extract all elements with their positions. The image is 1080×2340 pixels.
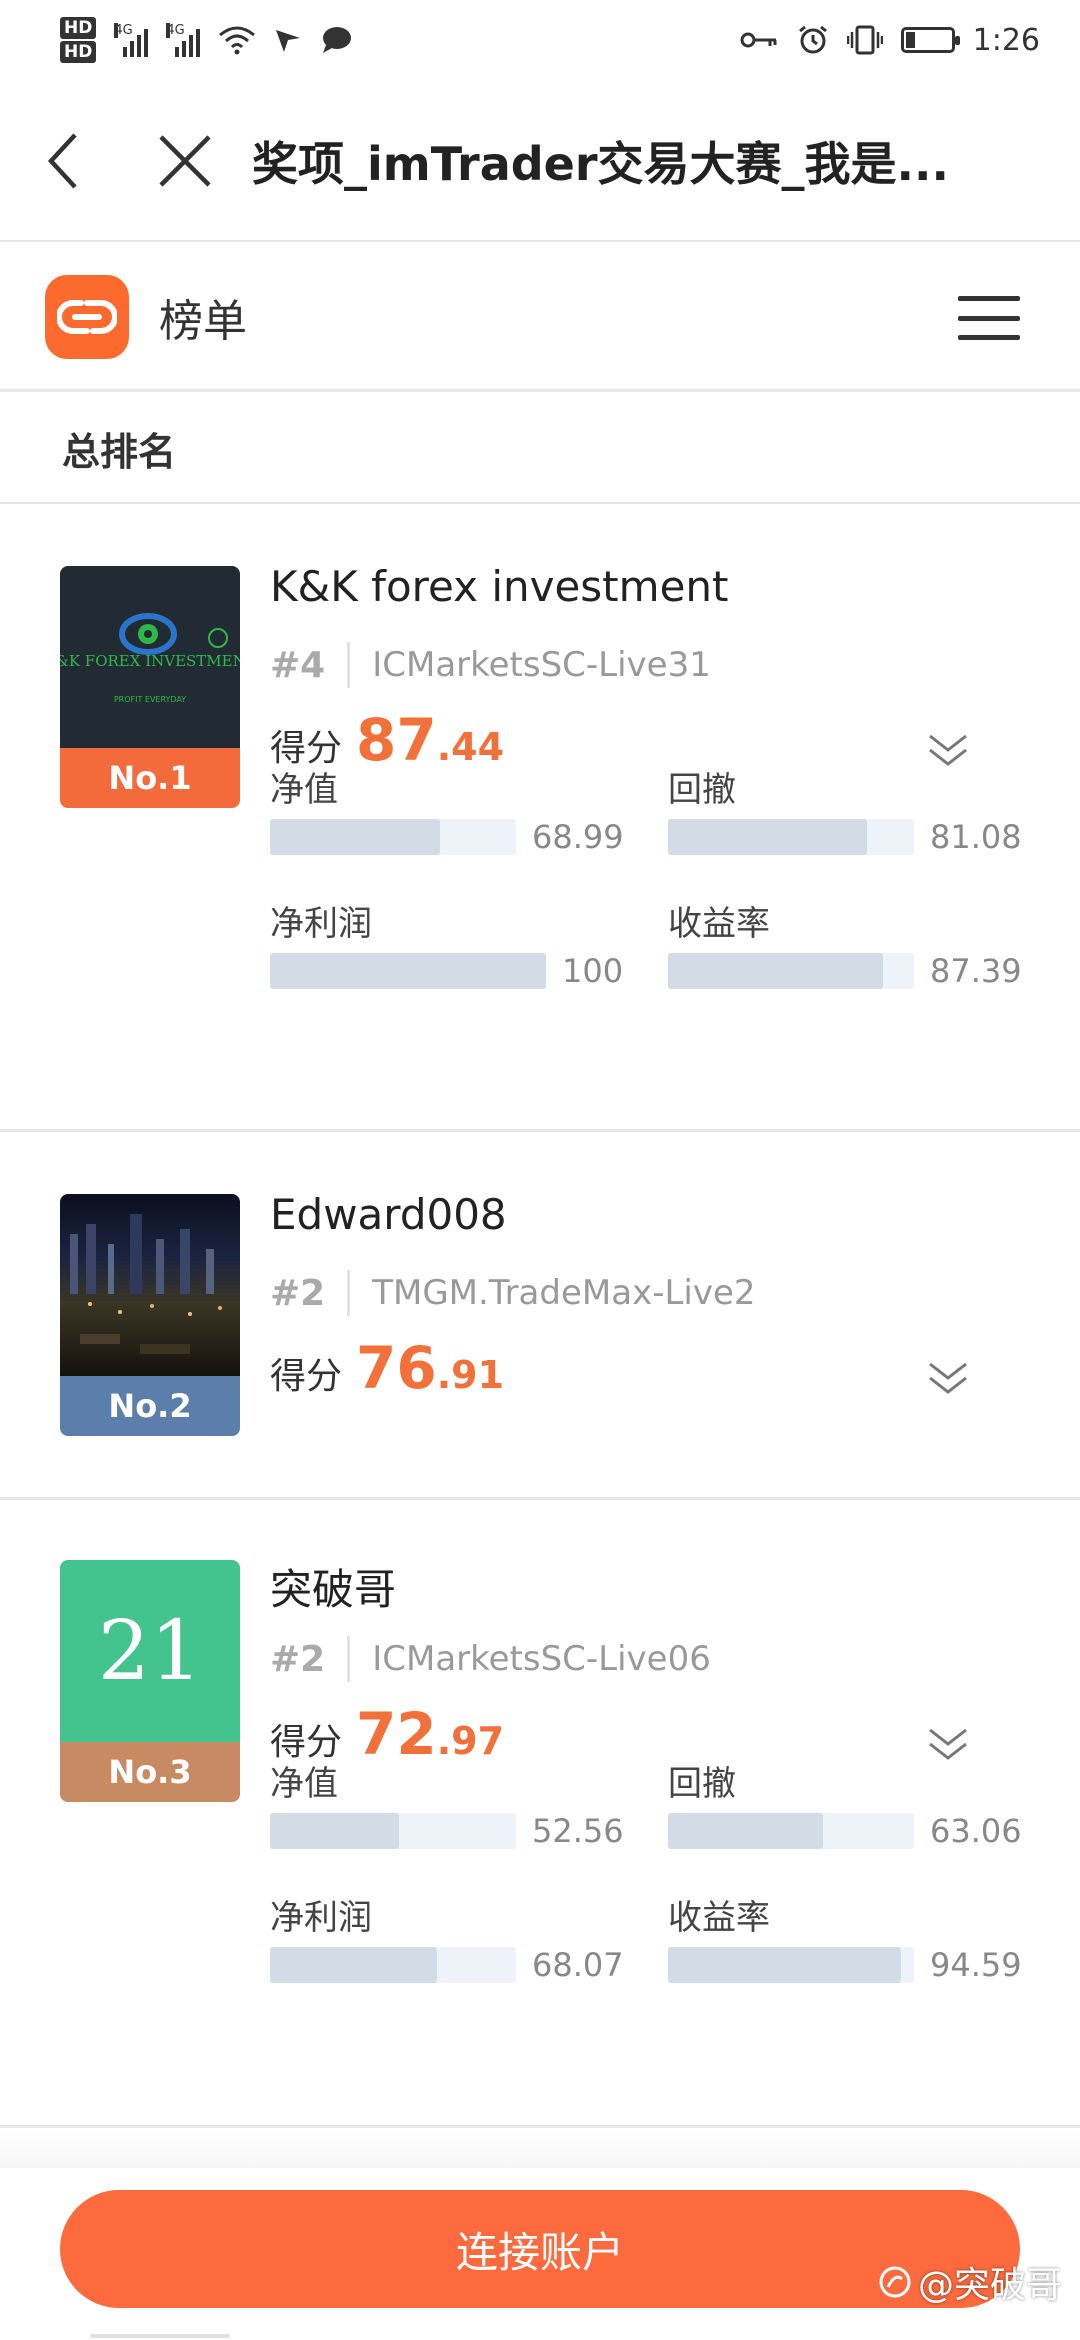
location-icon: [276, 30, 301, 52]
account-number: #4: [270, 644, 326, 686]
metric-label: 净值: [270, 770, 338, 810]
bottom-shadow: [0, 2128, 1080, 2168]
rank-badge: No.2: [60, 1376, 240, 1436]
wifi-icon: [219, 26, 256, 55]
leaderboard-entry[interactable]: No.2 Edward008 #2 TMGM.TradeMax-Live2 得分…: [0, 1134, 1080, 1500]
close-icon: [159, 135, 211, 187]
close-button[interactable]: [150, 126, 220, 196]
avatar: No.2: [60, 1194, 240, 1436]
divider: [347, 1636, 351, 1682]
metric-net-value: 净值 68.99: [270, 762, 650, 862]
chevron-double-down-icon[interactable]: [926, 1358, 970, 1398]
divider: [347, 1270, 351, 1316]
trader-name: Edward008: [270, 1190, 507, 1239]
bottom-bar: 连接账户 @突破哥: [0, 2168, 1080, 2340]
page-title: 奖项_imTrader交易大赛_我是...: [252, 137, 949, 191]
trader-name: 突破哥: [270, 1565, 397, 1614]
trader-name: K&K forex investment: [270, 562, 729, 611]
weibo-logo-icon: [879, 2266, 911, 2298]
progress-bar: [668, 819, 914, 855]
connect-account-button[interactable]: 连接账户: [60, 2190, 1020, 2308]
alarm-icon: [798, 25, 827, 54]
rank-badge: No.3: [60, 1742, 240, 1802]
network-type-2: 4G: [166, 23, 185, 38]
app-logo[interactable]: [45, 274, 129, 359]
watermark-text: @突破哥: [917, 2265, 1062, 2306]
metric-label: 净利润: [270, 1898, 372, 1938]
metric-label: 净利润: [270, 904, 372, 944]
metric-label: 收益率: [668, 1898, 770, 1938]
metric-label: 回撤: [668, 1764, 736, 1804]
metric-drawdown: 回撤 63.06: [668, 1756, 1048, 1856]
avatar-number: 21: [60, 1560, 240, 1742]
header-title: 榜单: [159, 295, 247, 347]
metric-value: 87.39: [930, 952, 1022, 990]
hd-label-1: HD: [60, 17, 97, 39]
metric-net-profit: 净利润 68.07: [270, 1890, 650, 1990]
watermark: @突破哥: [878, 2256, 1062, 2308]
chat-bubble-icon: [323, 27, 352, 53]
logo-text: K&K FOREX INVESTMENT: [60, 652, 240, 670]
clock: 1:26: [972, 22, 1040, 58]
metric-value: 81.08: [930, 818, 1022, 856]
network-type-1: 4G: [114, 23, 133, 38]
signal-icon: 4G: [114, 23, 149, 57]
progress-bar: [270, 1947, 516, 1983]
score: 得分 76 .91: [270, 1334, 504, 1402]
title-bar: 奖项_imTrader交易大赛_我是...: [0, 82, 1080, 242]
vibrate-icon: [846, 25, 883, 55]
metric-label: 净值: [270, 1764, 338, 1804]
avatar: K&K FOREX INVESTMENT PROFIT EVERYDAY No.…: [60, 566, 240, 808]
progress-bar: [270, 1813, 516, 1849]
signal-icon-2: 4G: [166, 23, 201, 57]
score-decimal: .91: [436, 1353, 505, 1397]
metric-return-rate: 收益率 87.39: [668, 896, 1048, 996]
link-icon: [57, 299, 117, 334]
progress-bar: [270, 953, 546, 989]
avatar: 21 No.3: [60, 1560, 240, 1802]
account-number: #2: [270, 1638, 326, 1680]
home-indicator: [90, 2334, 230, 2338]
hd-label-2: HD: [60, 41, 97, 63]
status-bar: HD HD 4G 4G 1:26: [0, 0, 1080, 80]
metric-value: 52.56: [532, 1812, 624, 1850]
metric-value: 94.59: [930, 1946, 1022, 1984]
divider: [347, 642, 351, 688]
avatar-text: 21: [97, 1603, 203, 1699]
server-name: ICMarketsSC-Live31: [372, 645, 711, 685]
server-name: ICMarketsSC-Live06: [372, 1639, 711, 1679]
score-integer: 76: [356, 1334, 437, 1402]
progress-bar: [668, 1813, 914, 1849]
metric-value: 100: [562, 952, 624, 990]
metric-label: 回撤: [668, 770, 736, 810]
progress-bar: [668, 953, 914, 989]
progress-bar: [668, 1947, 914, 1983]
hd-indicator: HD HD: [60, 16, 97, 64]
city-night-photo: [60, 1194, 240, 1376]
section-title: 总排名: [0, 394, 1080, 504]
hamburger-menu-icon[interactable]: [958, 296, 1020, 340]
key-icon: [740, 32, 777, 48]
metric-return-rate: 收益率 94.59: [668, 1890, 1048, 1990]
kk-forex-logo: K&K FOREX INVESTMENT PROFIT EVERYDAY: [60, 566, 240, 748]
metric-value: 68.07: [532, 1946, 624, 1984]
logo-subtext: PROFIT EVERYDAY: [114, 695, 186, 704]
rank-badge: No.1: [60, 748, 240, 808]
metric-value: 63.06: [930, 1812, 1022, 1850]
progress-bar: [270, 819, 516, 855]
chevron-left-icon: [47, 133, 77, 189]
metric-net-value: 净值 52.56: [270, 1756, 650, 1856]
leaderboard-entry[interactable]: K&K FOREX INVESTMENT PROFIT EVERYDAY No.…: [0, 506, 1080, 1132]
metric-net-profit: 净利润 100: [270, 896, 650, 996]
metric-value: 68.99: [532, 818, 624, 856]
metric-drawdown: 回撤 81.08: [668, 762, 1048, 862]
leaderboard-entry[interactable]: 21 No.3 突破哥 #2 ICMarketsSC-Live06 得分 72 …: [0, 1500, 1080, 2128]
score-label: 得分: [270, 1356, 343, 1397]
server-name: TMGM.TradeMax-Live2: [372, 1273, 756, 1313]
metric-label: 收益率: [668, 904, 770, 944]
battery-icon: [900, 27, 960, 53]
app-header: 榜单: [0, 244, 1080, 392]
back-button[interactable]: [28, 126, 98, 196]
account-number: #2: [270, 1272, 326, 1314]
